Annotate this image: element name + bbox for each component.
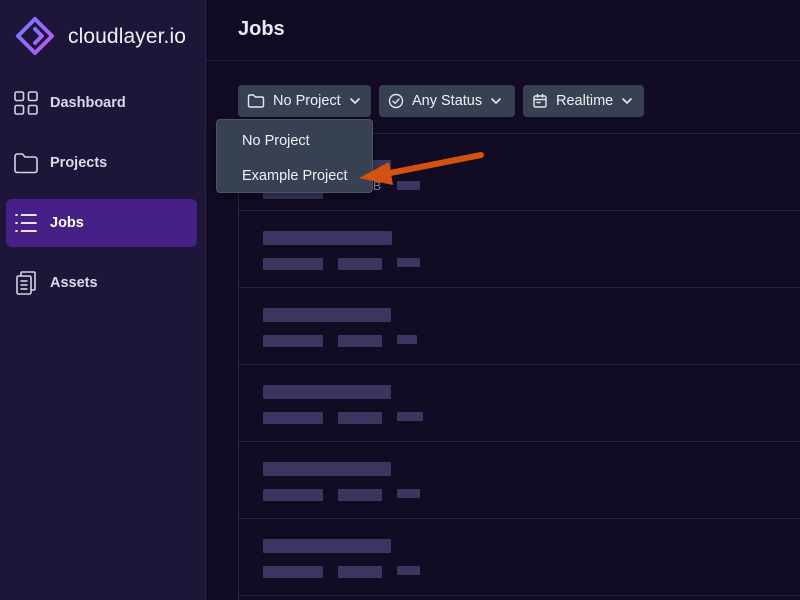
sidebar-item-assets[interactable]: Assets xyxy=(6,259,197,307)
sidebar-item-jobs[interactable]: Jobs xyxy=(6,199,197,247)
skeleton-meta xyxy=(263,335,323,347)
status-filter-label: Any Status xyxy=(412,93,483,109)
skeleton-meta xyxy=(263,412,323,424)
grid-icon xyxy=(13,90,39,116)
page-header: Jobs xyxy=(206,0,800,61)
brand-name: cloudlayer.io xyxy=(68,25,187,48)
skeleton-title xyxy=(263,308,391,322)
chevron-down-icon xyxy=(349,98,360,104)
sidebar-item-label: Dashboard xyxy=(50,95,126,111)
mode-filter-label: Realtime xyxy=(556,93,614,109)
brand[interactable]: cloudlayer.io xyxy=(14,16,186,58)
skeleton-title xyxy=(263,539,391,553)
job-row[interactable] xyxy=(239,211,800,288)
calendar-icon xyxy=(533,93,547,108)
chevron-down-icon xyxy=(622,98,633,104)
skeleton-meta xyxy=(338,489,382,501)
project-dropdown-menu: No Project Example Project xyxy=(216,119,373,193)
skeleton-tag xyxy=(397,258,420,267)
skeleton-meta xyxy=(263,489,323,501)
annotation-arrow-icon xyxy=(359,152,484,185)
job-row[interactable] xyxy=(239,288,800,365)
skeleton-title xyxy=(263,231,392,245)
skeleton-title xyxy=(263,462,391,476)
chevron-down-icon xyxy=(491,98,501,104)
page-title: Jobs xyxy=(238,18,285,40)
mode-filter-button[interactable]: Realtime xyxy=(523,85,644,117)
job-row[interactable] xyxy=(239,442,800,519)
skeleton-tag xyxy=(397,566,420,575)
job-row[interactable] xyxy=(239,519,800,596)
skeleton-tag xyxy=(397,412,423,421)
folder-icon xyxy=(13,150,39,176)
sidebar-item-label: Assets xyxy=(50,275,98,291)
skeleton-meta xyxy=(338,258,382,270)
status-filter-button[interactable]: Any Status xyxy=(379,85,515,117)
skeleton-meta xyxy=(338,412,382,424)
jobs-list: B xyxy=(238,133,800,600)
skeleton-tag xyxy=(397,335,417,344)
dropdown-item-example-project[interactable]: Example Project xyxy=(217,159,372,194)
job-row[interactable] xyxy=(239,365,800,442)
project-filter-button[interactable]: No Project xyxy=(238,85,371,117)
skeleton-meta xyxy=(338,335,382,347)
folder-icon xyxy=(247,94,265,108)
dropdown-item-no-project[interactable]: No Project xyxy=(217,124,372,159)
skeleton-meta xyxy=(263,566,323,578)
sidebar-item-label: Projects xyxy=(50,155,108,171)
list-icon xyxy=(13,210,39,236)
check-circle-icon xyxy=(388,93,404,109)
cloudlayer-logo-icon xyxy=(16,17,54,55)
skeleton-meta xyxy=(338,566,382,578)
sidebar-item-label: Jobs xyxy=(50,215,84,231)
skeleton-tag xyxy=(397,489,420,498)
sidebar: cloudlayer.io Dashboard Projects Jobs As… xyxy=(0,0,206,600)
skeleton-meta xyxy=(263,258,323,270)
skeleton-title xyxy=(263,385,391,399)
sidebar-item-dashboard[interactable]: Dashboard xyxy=(6,79,197,127)
project-filter-label: No Project xyxy=(273,93,341,109)
documents-icon xyxy=(13,270,39,296)
sidebar-item-projects[interactable]: Projects xyxy=(6,139,197,187)
